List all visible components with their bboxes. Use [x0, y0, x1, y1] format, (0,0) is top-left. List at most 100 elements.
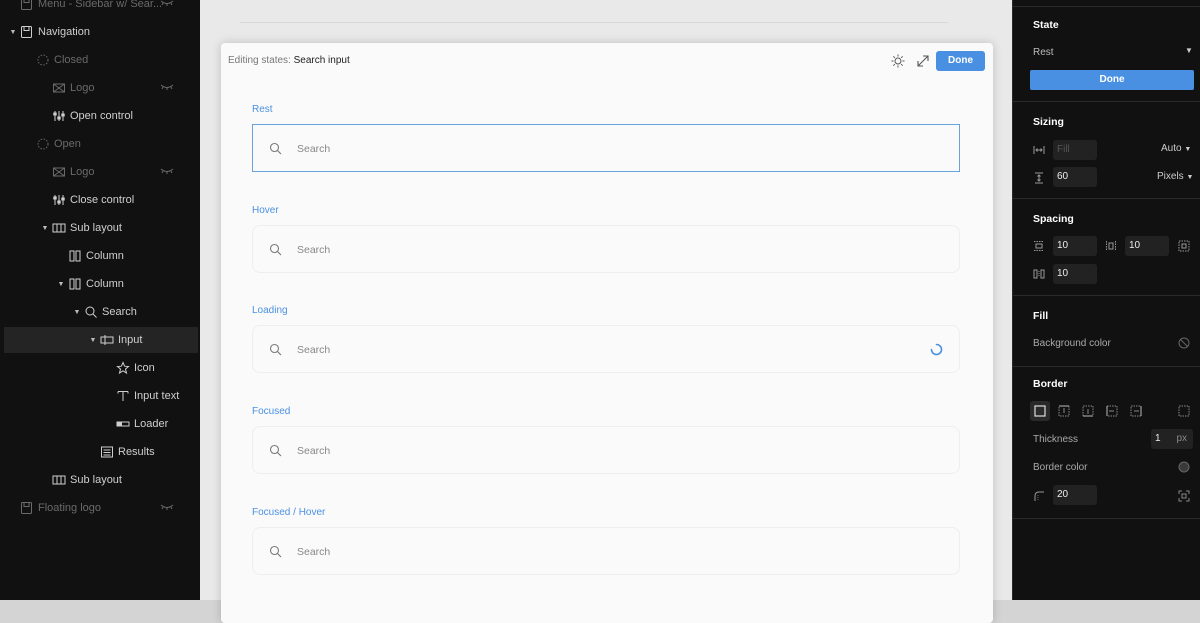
layer-item[interactable]: Close control	[0, 187, 198, 213]
padding-vertical-icon	[1034, 241, 1044, 251]
search-icon	[85, 306, 97, 318]
border-bottom-icon[interactable]	[1082, 405, 1094, 417]
state-label: Rest	[252, 104, 273, 115]
caret-down-icon[interactable]: ▼	[88, 337, 98, 344]
width-mode-select[interactable]: Auto ▼	[1161, 143, 1191, 154]
modal-title-prefix: Editing states:	[228, 55, 291, 66]
states-editor-modal: Editing states: Search input Done Rest Se…	[221, 43, 993, 623]
height-input[interactable]: 60	[1053, 167, 1097, 187]
image-icon	[53, 167, 65, 177]
thickness-label: Thickness	[1033, 434, 1079, 445]
control-icon	[53, 111, 65, 121]
padding-horizontal-input[interactable]: 10	[1125, 236, 1169, 256]
layer-item[interactable]: Floating logo	[0, 495, 198, 521]
layer-item[interactable]: Icon	[0, 355, 198, 381]
layer-label: Open	[54, 138, 81, 150]
search-placeholder: Search	[297, 344, 331, 357]
layer-item[interactable]: ▼ Input	[4, 327, 198, 353]
state-select[interactable]: Rest	[1033, 47, 1054, 58]
fill-section-title: Fill	[1033, 310, 1049, 322]
layer-label: Open control	[70, 110, 133, 122]
search-placeholder: Search	[297, 243, 331, 256]
width-input[interactable]: Fill	[1053, 140, 1097, 160]
state-label: Loading	[252, 305, 288, 317]
caret-down-icon[interactable]: ▼	[8, 29, 18, 36]
inspector-panel: State Rest ▼ Done Sizing Fill Auto ▼ 60 …	[1012, 0, 1200, 600]
layout-icon	[52, 475, 66, 485]
modal-done-button[interactable]: Done	[936, 51, 985, 71]
expand-icon[interactable]	[916, 54, 930, 68]
layer-item[interactable]: ▼ Sub layout	[0, 215, 198, 241]
padding-individual-icon[interactable]	[1178, 240, 1190, 252]
state-label: Hover	[252, 204, 279, 216]
layer-item[interactable]: Open control	[0, 103, 198, 129]
layer-label: Closed	[54, 54, 89, 66]
layer-label: Column	[86, 250, 124, 262]
border-top-icon[interactable]	[1058, 405, 1070, 417]
layer-item[interactable]: Sub layout	[0, 467, 198, 493]
spacing-section-title: Spacing	[1033, 213, 1074, 225]
padding-vertical-input[interactable]: 10	[1053, 236, 1097, 256]
border-color-label: Border color	[1033, 462, 1088, 473]
layer-item[interactable]: ▼ Search	[0, 299, 198, 325]
state-label: Focused	[252, 406, 291, 418]
search-icon	[269, 545, 282, 558]
layer-item[interactable]: Column	[0, 243, 198, 269]
divider	[1013, 198, 1200, 199]
gap-input[interactable]: 10	[1053, 264, 1097, 284]
corner-radius-input[interactable]: 20	[1053, 485, 1097, 505]
layer-item[interactable]: Logo	[0, 159, 198, 185]
search-field-focused[interactable]: Search	[252, 426, 960, 475]
canvas: Editing states: Search input Done Rest Se…	[200, 0, 1012, 623]
state-section-title: State	[1033, 19, 1059, 31]
state-done-button[interactable]: Done	[1030, 70, 1194, 90]
search-field-rest[interactable]: Search	[252, 124, 960, 172]
text-icon	[117, 391, 129, 401]
width-mode-label: Auto	[1161, 143, 1182, 154]
border-left-icon[interactable]	[1106, 405, 1118, 417]
eye-hidden-icon[interactable]	[160, 166, 174, 176]
loader-icon	[116, 421, 130, 427]
star-icon	[116, 361, 130, 375]
color-swatch-icon[interactable]	[1178, 461, 1190, 473]
caret-down-icon[interactable]: ▼	[72, 309, 82, 316]
thickness-input[interactable]: 1 px	[1151, 429, 1193, 449]
layer-item[interactable]: Open	[0, 131, 198, 157]
state-label: Focused / Hover	[252, 506, 326, 518]
modal-title-name: Search input	[293, 55, 350, 66]
caret-down-icon[interactable]: ▼	[40, 225, 50, 232]
border-right-icon[interactable]	[1130, 405, 1142, 417]
results-icon	[101, 446, 113, 458]
layer-item[interactable]: Closed	[0, 47, 198, 73]
search-icon	[269, 142, 282, 155]
modal-header: Editing states: Search input Done	[221, 43, 993, 79]
corner-individual-icon[interactable]	[1178, 490, 1190, 502]
border-none-icon[interactable]	[1178, 405, 1190, 417]
layer-item[interactable]: Menu - Sidebar w/ Sear...	[0, 0, 198, 17]
layer-item[interactable]: Results	[0, 439, 198, 465]
eye-hidden-icon[interactable]	[160, 0, 174, 8]
no-color-icon[interactable]	[1178, 337, 1190, 349]
layer-label: Sub layout	[70, 474, 122, 486]
search-placeholder: Search	[297, 143, 331, 155]
layer-item[interactable]: ▼ Navigation	[0, 19, 198, 45]
column-icon	[69, 278, 81, 290]
layer-item[interactable]: Input text	[0, 383, 198, 409]
chevron-down-icon[interactable]: ▼	[1185, 46, 1193, 55]
state-icon	[37, 54, 49, 66]
divider	[1013, 101, 1200, 102]
layers-panel: Menu - Sidebar w/ Sear... ▼ Navigation Clos…	[0, 0, 200, 600]
height-mode-select[interactable]: Pixels ▼	[1157, 171, 1193, 182]
search-field-loading[interactable]: Search	[252, 325, 960, 374]
caret-down-icon[interactable]: ▼	[56, 281, 66, 288]
search-field-focused-hover[interactable]: Search	[252, 526, 960, 575]
search-field-hover[interactable]: Search	[252, 224, 960, 273]
eye-hidden-icon[interactable]	[160, 82, 174, 92]
search-placeholder: Search	[297, 445, 331, 458]
layer-item[interactable]: ▼ Column	[0, 271, 198, 297]
layer-item[interactable]: Loader	[0, 411, 198, 437]
layer-item[interactable]: Logo	[0, 75, 198, 101]
sun-icon[interactable]	[891, 54, 905, 68]
eye-hidden-icon[interactable]	[160, 502, 174, 512]
width-icon	[1033, 146, 1045, 154]
